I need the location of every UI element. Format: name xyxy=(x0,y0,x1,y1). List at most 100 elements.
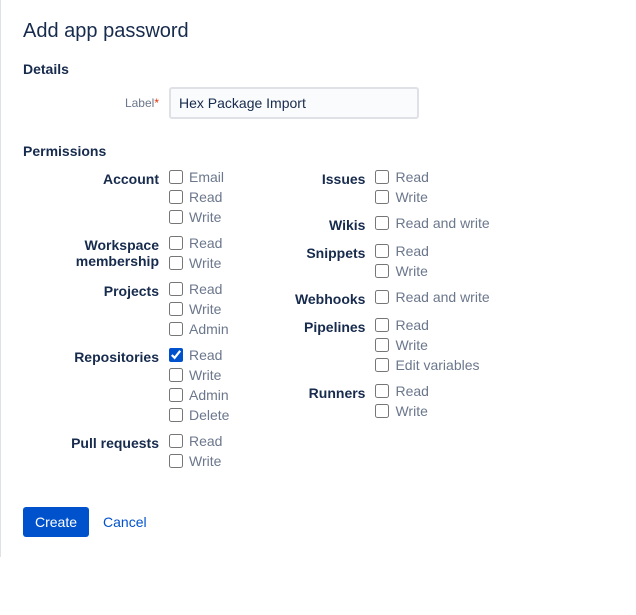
permissions-columns: AccountEmailReadWriteWorkspace membershi… xyxy=(23,169,616,479)
perm-option-webhooks-read-and-write[interactable]: Read and write xyxy=(375,289,489,305)
perm-option-workspace-membership-write[interactable]: Write xyxy=(169,255,222,271)
perm-options: Email Read Write xyxy=(169,169,224,225)
perm-checkbox[interactable] xyxy=(169,302,183,316)
perm-option-account-read[interactable]: Read xyxy=(169,189,224,205)
perm-option-pipelines-edit-variables[interactable]: Edit variables xyxy=(375,357,479,373)
perm-checkbox[interactable] xyxy=(169,256,183,270)
perm-option-label: Read and write xyxy=(395,289,489,305)
label-field-label: Label* xyxy=(23,96,169,110)
perm-option-label: Read and write xyxy=(395,215,489,231)
perm-options: Read and write xyxy=(375,215,489,233)
perm-group-issues: IssuesRead Write xyxy=(269,169,489,205)
perm-group-label: Issues xyxy=(269,169,375,205)
perm-option-pipelines-write[interactable]: Write xyxy=(375,337,479,353)
perm-option-pull-requests-read[interactable]: Read xyxy=(169,433,222,449)
perm-options: Read Write xyxy=(169,235,222,271)
perm-option-label: Write xyxy=(395,263,427,279)
perm-options: Read Write xyxy=(375,169,428,205)
perm-group-account: AccountEmailReadWrite xyxy=(23,169,229,225)
perm-checkbox[interactable] xyxy=(169,170,183,184)
perm-option-label: Read xyxy=(189,433,222,449)
perm-options: Read and write xyxy=(375,289,489,307)
perm-group-label: Repositories xyxy=(23,347,169,423)
perm-group-label: Webhooks xyxy=(269,289,375,307)
perm-option-workspace-membership-read[interactable]: Read xyxy=(169,235,222,251)
perm-checkbox[interactable] xyxy=(169,190,183,204)
perm-option-repositories-admin[interactable]: Admin xyxy=(169,387,229,403)
perm-checkbox[interactable] xyxy=(375,264,389,278)
perm-option-pipelines-read[interactable]: Read xyxy=(375,317,479,333)
perm-option-label: Admin xyxy=(189,321,229,337)
perm-checkbox[interactable] xyxy=(169,282,183,296)
perm-checkbox[interactable] xyxy=(375,404,389,418)
perm-options: Read Write xyxy=(375,243,428,279)
permissions-left-column: AccountEmailReadWriteWorkspace membershi… xyxy=(23,169,229,479)
perm-option-account-write[interactable]: Write xyxy=(169,209,224,225)
cancel-button[interactable]: Cancel xyxy=(103,514,147,530)
perm-checkbox[interactable] xyxy=(375,170,389,184)
perm-checkbox[interactable] xyxy=(169,348,183,362)
perm-group-wikis: Wikis Read and write xyxy=(269,215,489,233)
perm-option-label: Write xyxy=(395,189,427,205)
perm-checkbox[interactable] xyxy=(375,290,389,304)
perm-option-label: Write xyxy=(189,209,221,225)
perm-checkbox[interactable] xyxy=(169,368,183,382)
perm-group-projects: ProjectsRead Write Admin xyxy=(23,281,229,337)
perm-group-label: Workspace membership xyxy=(23,235,169,271)
perm-option-wikis-read-and-write[interactable]: Read and write xyxy=(375,215,489,231)
perm-group-runners: RunnersReadWrite xyxy=(269,383,489,419)
perm-checkbox[interactable] xyxy=(375,358,389,372)
perm-option-label: Read xyxy=(395,317,428,333)
perm-option-snippets-read[interactable]: Read xyxy=(375,243,428,259)
perm-options: Read Write xyxy=(169,433,222,469)
perm-option-repositories-write[interactable]: Write xyxy=(169,367,229,383)
perm-option-label: Email xyxy=(189,169,224,185)
perm-checkbox[interactable] xyxy=(375,216,389,230)
perm-option-projects-read[interactable]: Read xyxy=(169,281,229,297)
perm-group-label: Pull requests xyxy=(23,433,169,469)
perm-option-runners-read[interactable]: Read xyxy=(375,383,428,399)
perm-checkbox[interactable] xyxy=(375,244,389,258)
perm-checkbox[interactable] xyxy=(169,388,183,402)
perm-checkbox[interactable] xyxy=(375,384,389,398)
perm-checkbox[interactable] xyxy=(169,454,183,468)
perm-option-issues-read[interactable]: Read xyxy=(375,169,428,185)
perm-option-label: Edit variables xyxy=(395,357,479,373)
perm-option-label: Write xyxy=(395,337,427,353)
perm-option-label: Write xyxy=(189,367,221,383)
perm-option-account-email[interactable]: Email xyxy=(169,169,224,185)
perm-option-issues-write[interactable]: Write xyxy=(375,189,428,205)
create-button[interactable]: Create xyxy=(23,507,89,537)
permissions-right-column: IssuesReadWriteWikisRead and writeSnippe… xyxy=(269,169,489,479)
perm-checkbox[interactable] xyxy=(375,338,389,352)
perm-option-projects-write[interactable]: Write xyxy=(169,301,229,317)
perm-checkbox[interactable] xyxy=(169,434,183,448)
page-title: Add app password xyxy=(23,20,616,43)
perm-checkbox[interactable] xyxy=(169,210,183,224)
perm-group-label: Wikis xyxy=(269,215,375,233)
perm-option-repositories-read[interactable]: Read xyxy=(169,347,229,363)
perm-group-label: Projects xyxy=(23,281,169,337)
perm-option-label: Read xyxy=(189,235,222,251)
perm-option-label: Write xyxy=(189,453,221,469)
perm-checkbox[interactable] xyxy=(375,318,389,332)
perm-checkbox[interactable] xyxy=(169,322,183,336)
label-field-row: Label* xyxy=(23,87,616,119)
perm-checkbox[interactable] xyxy=(169,236,183,250)
perm-option-repositories-delete[interactable]: Delete xyxy=(169,407,229,423)
perm-group-pull-requests: Pull requests Read Write xyxy=(23,433,229,469)
perm-group-repositories: RepositoriesRead Write Admin Delete xyxy=(23,347,229,423)
perm-option-runners-write[interactable]: Write xyxy=(375,403,428,419)
label-input[interactable] xyxy=(169,87,419,119)
perm-option-pull-requests-write[interactable]: Write xyxy=(169,453,222,469)
perm-checkbox[interactable] xyxy=(169,408,183,422)
perm-option-label: Read xyxy=(395,383,428,399)
perm-option-label: Read xyxy=(189,189,222,205)
perm-options: Read Write Admin xyxy=(169,281,229,337)
perm-group-pipelines: PipelinesReadWriteEdit variables xyxy=(269,317,489,373)
perm-group-label: Snippets xyxy=(269,243,375,279)
perm-option-projects-admin[interactable]: Admin xyxy=(169,321,229,337)
perm-option-snippets-write[interactable]: Write xyxy=(375,263,428,279)
perm-checkbox[interactable] xyxy=(375,190,389,204)
perm-option-label: Write xyxy=(395,403,427,419)
